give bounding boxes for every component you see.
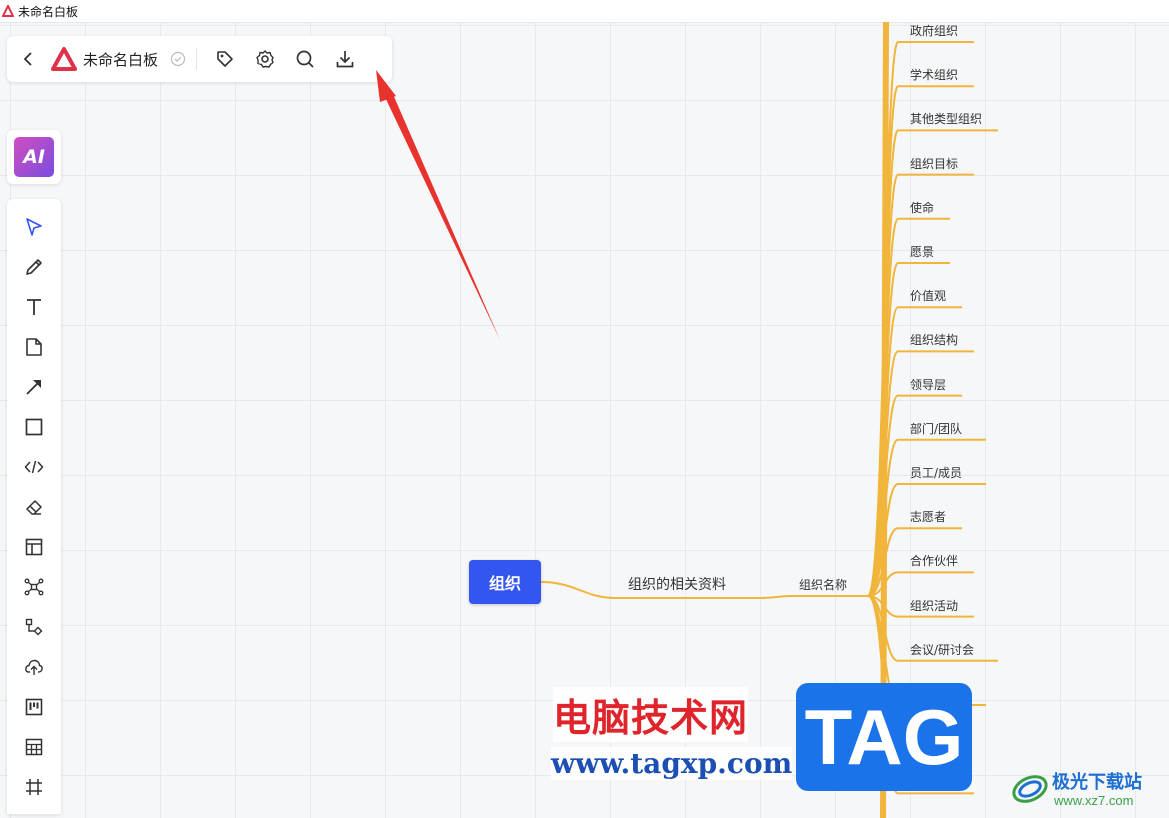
mindmap-root-node[interactable]: 组织 — [469, 560, 541, 604]
pencil-icon — [26, 259, 42, 275]
watermark2-url-text: www.xz7.com — [1054, 793, 1134, 808]
upload-icon — [25, 659, 43, 675]
settings-button[interactable] — [245, 36, 285, 82]
left-toolbar — [7, 199, 61, 814]
mindmap-tool[interactable] — [7, 569, 61, 605]
kanban-icon — [25, 698, 43, 716]
mindmap-leaf-node[interactable]: 组织目标 — [910, 155, 958, 172]
search-icon — [296, 50, 314, 68]
download-button[interactable] — [325, 36, 365, 82]
text-icon — [27, 299, 41, 315]
search-button[interactable] — [285, 36, 325, 82]
sticky-note-tool[interactable] — [7, 329, 61, 365]
mindmap-leaf-node[interactable]: 组织活动 — [910, 597, 958, 614]
flowchart-tool[interactable] — [7, 609, 61, 645]
top-toolbar: 未命名白板 — [7, 36, 392, 82]
cursor-icon — [26, 218, 42, 236]
flowchart-icon — [25, 618, 43, 636]
mindmap-leaf-node[interactable]: 志愿者 — [910, 508, 946, 525]
chevron-left-icon — [23, 52, 32, 66]
mindmap-leaf-node[interactable]: 使命 — [910, 199, 934, 216]
tag-button[interactable] — [205, 36, 245, 82]
aurora-logo-icon — [1012, 775, 1048, 803]
watermark-cn-text: 电脑技术网 — [553, 687, 749, 742]
mindmap-leaf-node[interactable]: 价值观 — [910, 287, 946, 304]
mindmap-leaf-node[interactable]: 合作伙伴 — [910, 552, 958, 569]
note-icon — [26, 338, 42, 356]
mindmap-leaf-node[interactable]: 会议/研讨会 — [910, 641, 974, 658]
frame-icon — [26, 779, 42, 795]
text-tool[interactable] — [7, 289, 61, 325]
tag-icon — [217, 51, 233, 67]
ai-panel: AI — [7, 130, 61, 184]
mindmap-leaf-node[interactable]: 员工/成员 — [910, 464, 962, 481]
app-logo-icon — [51, 47, 77, 71]
mindmap-leaf-node[interactable]: 领导层 — [910, 376, 946, 393]
watermark-tag-logo: TAG — [796, 683, 972, 791]
gear-icon — [256, 50, 274, 68]
check-circle-icon — [170, 51, 186, 67]
mindmap-leaf-node[interactable]: 政府组织 — [910, 22, 958, 39]
arrow-icon — [26, 380, 41, 395]
mindmap-node-level1[interactable]: 组织的相关资料 — [628, 574, 726, 594]
mindmap-leaf-node[interactable]: 组织结构 — [910, 331, 958, 348]
eraser-tool[interactable] — [7, 489, 61, 525]
toolbar-divider — [196, 48, 198, 70]
pen-tool[interactable] — [7, 249, 61, 285]
mindmap-node-level2[interactable]: 组织名称 — [799, 576, 847, 593]
back-button[interactable] — [7, 36, 51, 82]
code-icon — [24, 460, 44, 474]
mindmap-leaf-node[interactable]: 学术组织 — [910, 66, 958, 83]
code-tool[interactable] — [7, 449, 61, 485]
document-title[interactable]: 未命名白板 — [83, 49, 158, 70]
watermark-url-text: www.tagxp.com — [551, 747, 793, 780]
rectangle-icon — [25, 418, 43, 436]
watermark-xz7: 极光下载站 www.xz7.com — [1010, 765, 1165, 815]
download-icon — [336, 51, 354, 68]
table-icon — [25, 738, 43, 756]
eraser-icon — [26, 500, 42, 515]
watermark-tagxp: 电脑技术网 www.tagxp.com TAG — [543, 683, 973, 793]
arrow-tool[interactable] — [7, 369, 61, 405]
shape-tool[interactable] — [7, 409, 61, 445]
frame-tool[interactable] — [7, 769, 61, 805]
watermark2-cn-text: 极光下载站 — [1052, 772, 1142, 792]
mindmap-leaf-node[interactable]: 其他类型组织 — [910, 110, 982, 127]
kanban-tool[interactable] — [7, 689, 61, 725]
table-tool[interactable] — [7, 729, 61, 765]
layout-icon — [25, 538, 43, 556]
upload-tool[interactable] — [7, 649, 61, 685]
mindmap-icon — [24, 578, 44, 596]
select-tool[interactable] — [7, 209, 61, 245]
ai-button[interactable]: AI — [14, 137, 54, 177]
mindmap-leaf-node[interactable]: 愿景 — [910, 243, 934, 260]
mindmap-leaf-node[interactable]: 部门/团队 — [910, 420, 962, 437]
template-tool[interactable] — [7, 529, 61, 565]
